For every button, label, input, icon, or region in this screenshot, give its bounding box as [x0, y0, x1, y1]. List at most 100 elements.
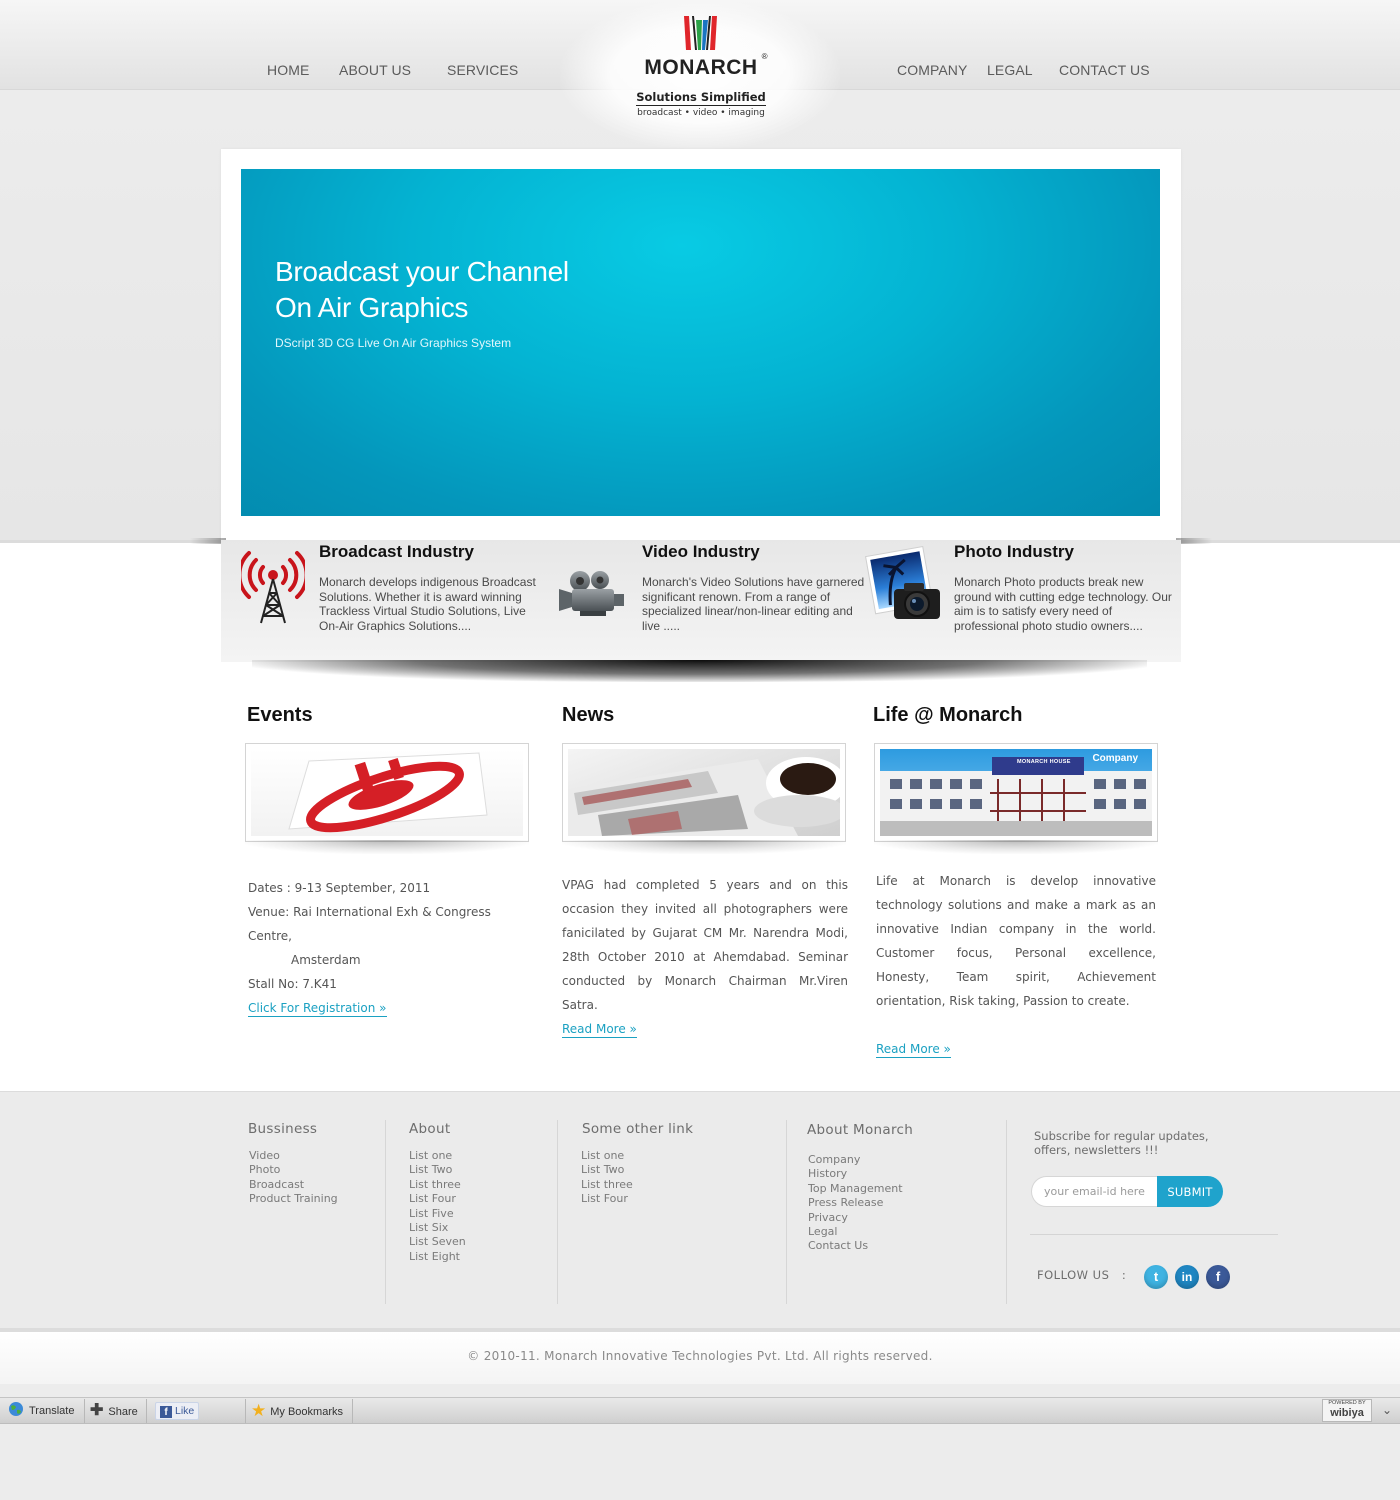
footer-link[interactable]: History [808, 1167, 903, 1181]
nav-services[interactable]: SERVICES [447, 62, 518, 78]
broadcast-industry-title[interactable]: Broadcast Industry [319, 542, 474, 562]
news-text: VPAG had completed 5 years and on this o… [562, 878, 848, 1012]
footer-subscribe-divider [1030, 1234, 1278, 1235]
footer-link[interactable]: List Six [409, 1221, 466, 1235]
footer-link[interactable]: Contact Us [808, 1239, 903, 1253]
ibc-logo-icon [288, 752, 488, 833]
news-read-more-link[interactable]: Read More » [562, 1022, 637, 1038]
news-thumbnail-shadow [562, 840, 846, 854]
footer-link[interactable]: Press Release [808, 1196, 903, 1210]
photo-industry-title[interactable]: Photo Industry [954, 542, 1074, 562]
footer-link[interactable]: List Five [409, 1207, 466, 1221]
nav-home[interactable]: HOME [267, 62, 309, 78]
hero-subtitle: DScript 3D CG Live On Air Graphics Syste… [275, 336, 512, 350]
footer-link[interactable]: List Four [581, 1192, 633, 1206]
registration-link[interactable]: Click For Registration » [248, 1001, 387, 1017]
footer-divider [385, 1120, 386, 1304]
footer-link[interactable]: Video [249, 1149, 338, 1163]
logo-name: MONARCH [644, 56, 758, 79]
footer-business-title: Bussiness [248, 1121, 318, 1137]
events-details: Dates : 9-13 September, 2011 Venue: Rai … [248, 876, 533, 996]
powered-by-badge[interactable]: POWERED BY wibiya [1322, 1399, 1372, 1422]
logo-tagline: Solutions Simplified [636, 90, 766, 106]
footer-about-list: List one List Two List three List Four L… [409, 1149, 466, 1264]
twitter-icon[interactable]: t [1144, 1265, 1168, 1289]
email-input[interactable] [1031, 1176, 1161, 1207]
toolbar-divider [84, 1399, 85, 1423]
life-thumbnail-shadow [874, 840, 1158, 854]
footer-link[interactable]: Top Management [808, 1182, 903, 1196]
toolbar-divider [352, 1399, 353, 1423]
photo-camera-icon [865, 545, 940, 619]
bookmarks-button[interactable]: ★ My Bookmarks [251, 1399, 343, 1423]
share-label: Share [108, 1406, 138, 1418]
logo-wordmark: MONARCH ® [628, 52, 774, 80]
footer-link[interactable]: List three [409, 1178, 466, 1192]
events-thumbnail[interactable] [245, 743, 529, 842]
news-title: News [562, 704, 615, 726]
footer-link[interactable]: List one [409, 1149, 466, 1163]
footer-other-list: List one List Two List three List Four [581, 1149, 633, 1207]
facebook-like-button[interactable]: f Like [155, 1402, 199, 1420]
strip-bottom-shadow [252, 660, 1147, 682]
video-industry-title[interactable]: Video Industry [642, 542, 760, 562]
events-title: Events [247, 704, 313, 726]
hero-title: Broadcast your Channel On Air Graphics [275, 254, 675, 326]
nav-company[interactable]: COMPANY [897, 62, 967, 78]
globe-icon [9, 1402, 23, 1416]
news-thumbnail[interactable] [562, 743, 846, 842]
footer-divider [1006, 1120, 1007, 1304]
footer-link[interactable]: List Two [409, 1163, 466, 1177]
footer-divider [557, 1120, 558, 1304]
strip-shadow-right [1176, 538, 1212, 544]
toolbar-divider [146, 1399, 147, 1423]
broadcast-industry-text: Monarch develops indigenous Broadcast So… [319, 575, 536, 633]
nav-about-us[interactable]: ABOUT US [339, 62, 411, 78]
footer-link[interactable]: List one [581, 1149, 633, 1163]
nav-contact-us[interactable]: CONTACT US [1059, 62, 1150, 78]
life-thumbnail[interactable]: MONARCH HOUSE Company [874, 743, 1158, 842]
footer-link[interactable]: List Seven [409, 1235, 466, 1249]
footer-link[interactable]: List Eight [409, 1250, 466, 1264]
footer-link[interactable]: Privacy [808, 1211, 903, 1225]
footer-link[interactable]: Company [808, 1153, 903, 1167]
collapse-toolbar-icon[interactable]: ⌄ [1376, 1399, 1398, 1422]
life-read-more-link[interactable]: Read More » [876, 1042, 951, 1058]
like-label: Like [175, 1405, 195, 1417]
news-image [568, 749, 840, 836]
footer-link[interactable]: Photo [249, 1163, 338, 1177]
events-stall: Stall No: 7.K41 [248, 977, 337, 991]
submit-button[interactable]: SUBMIT [1157, 1176, 1223, 1207]
bottom-toolbar [0, 1397, 1400, 1424]
star-icon: ★ [251, 1401, 267, 1420]
footer-divider [786, 1120, 787, 1304]
powered-by-label: POWERED BY [1328, 1400, 1366, 1406]
footer-link[interactable]: List Four [409, 1192, 466, 1206]
events-dates: Dates : 9-13 September, 2011 [248, 881, 431, 895]
hero-title-line2: On Air Graphics [275, 292, 469, 323]
life-image-caption: Company [1092, 753, 1138, 764]
facebook-icon[interactable]: f [1206, 1265, 1230, 1289]
footer-link[interactable]: List Two [581, 1163, 633, 1177]
linkedin-icon[interactable]: in [1175, 1265, 1199, 1289]
translate-label: Translate [29, 1405, 75, 1417]
follow-us-label: FOLLOW US : [1037, 1268, 1127, 1282]
footer-link[interactable]: List three [581, 1178, 633, 1192]
footer-business-list: Video Photo Broadcast Product Training [249, 1149, 338, 1207]
broadcast-tower-icon [241, 551, 305, 624]
logo[interactable]: MONARCH ® Solutions Simplified broadcast… [628, 14, 774, 128]
life-text: Life at Monarch is develop innovative te… [876, 874, 1156, 1008]
toolbar-divider [245, 1399, 246, 1423]
newspaper-coffee-icon [568, 757, 840, 836]
life-title: Life @ Monarch [873, 704, 1023, 726]
footer-about-title: About [409, 1121, 451, 1137]
translate-button[interactable]: Translate [8, 1399, 74, 1423]
footer-link[interactable]: Broadcast [249, 1178, 338, 1192]
footer-link[interactable]: Product Training [249, 1192, 338, 1206]
life-image: MONARCH HOUSE Company [880, 749, 1152, 836]
logo-subline: broadcast • video • imaging [637, 108, 765, 118]
nav-legal[interactable]: LEGAL [987, 62, 1033, 78]
video-camera-icon [559, 571, 624, 616]
share-button[interactable]: ✚ Share [90, 1399, 138, 1423]
footer-link[interactable]: Legal [808, 1225, 903, 1239]
